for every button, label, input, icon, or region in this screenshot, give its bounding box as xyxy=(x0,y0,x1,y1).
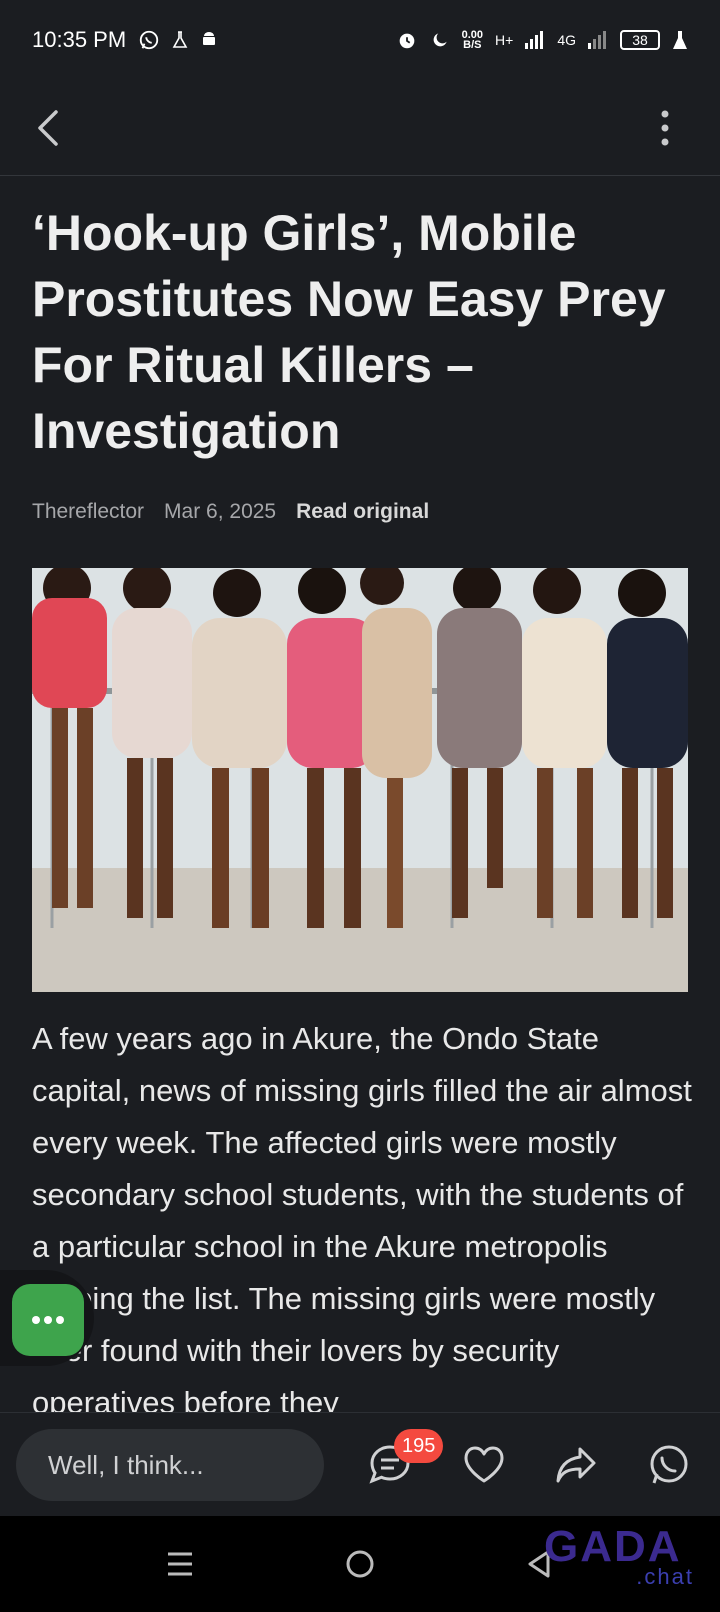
net-speed: 0.00 B/S xyxy=(462,30,483,51)
article-title: ‘Hook-up Girls’, Mobile Prostitutes Now … xyxy=(32,205,666,459)
signal-label-1: H+ xyxy=(495,32,514,48)
article-date: Mar 6, 2025 xyxy=(164,500,277,523)
comment-input[interactable]: Well, I think... xyxy=(16,1429,324,1501)
whatsapp-icon xyxy=(140,30,159,50)
read-original-link[interactable]: Read original xyxy=(296,500,429,524)
comment-count-badge: 195 xyxy=(394,1429,444,1463)
flask-icon xyxy=(172,31,188,48)
moon-icon xyxy=(433,33,447,47)
system-nav-bar: GADA .chat xyxy=(0,1516,720,1612)
article-meta: Thereflector Mar 6, 2025 Read original xyxy=(32,500,429,524)
more-horizontal-icon xyxy=(32,1316,64,1324)
signal-icon-2 xyxy=(588,31,606,49)
gada-watermark: GADA .chat xyxy=(544,1522,694,1602)
status-right: 0.00 B/S H+ 4G 38 xyxy=(396,29,688,51)
status-bar: 10:35 PM 0.00 B/S H+ 4G 38 xyxy=(0,0,720,80)
whatsapp-share-icon[interactable] xyxy=(644,1441,692,1489)
article-body: A few years ago in Akure, the Ondo State… xyxy=(32,1021,692,1413)
fab-container xyxy=(0,1270,94,1366)
battery-icon: 38 xyxy=(620,30,660,50)
article-hero-image[interactable] xyxy=(32,568,688,992)
android-icon xyxy=(203,32,216,45)
status-left: 10:35 PM xyxy=(32,27,218,53)
signal-label-2: 4G xyxy=(557,32,576,48)
recents-menu-icon[interactable] xyxy=(160,1544,200,1584)
net-speed-unit: B/S xyxy=(463,39,482,51)
flask-icon-2 xyxy=(673,31,687,49)
status-time: 10:35 PM xyxy=(32,27,127,52)
heart-icon[interactable] xyxy=(460,1441,508,1489)
signal-icon xyxy=(525,31,544,49)
more-vertical-icon[interactable] xyxy=(650,106,680,150)
bottom-action-bar: Well, I think... 195 xyxy=(0,1412,720,1516)
battery-level: 38 xyxy=(632,32,648,48)
article-source[interactable]: Thereflector xyxy=(32,500,144,524)
chat-fab-button[interactable] xyxy=(12,1284,84,1356)
home-circle-icon[interactable] xyxy=(340,1544,380,1584)
back-arrow-icon[interactable] xyxy=(30,106,70,150)
alarm-icon xyxy=(399,33,414,49)
top-app-bar xyxy=(0,80,720,176)
share-icon[interactable] xyxy=(552,1441,600,1489)
